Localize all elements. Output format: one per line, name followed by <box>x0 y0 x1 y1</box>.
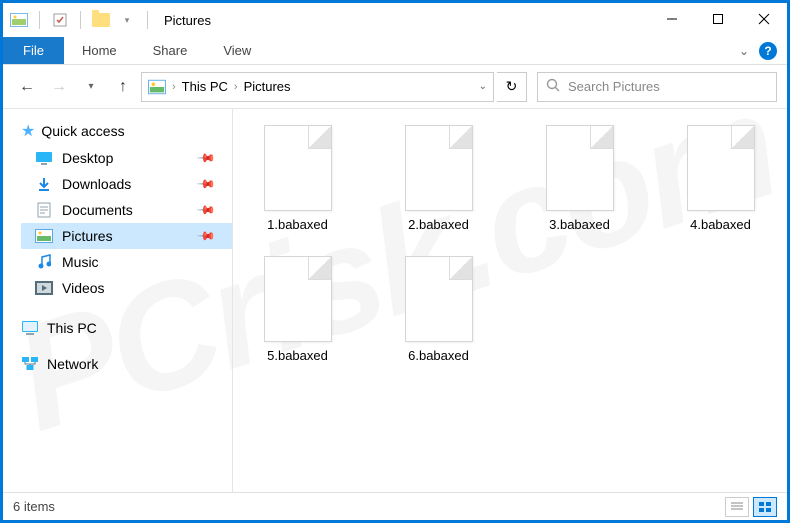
chevron-right-icon[interactable]: › <box>172 81 176 93</box>
tab-share[interactable]: Share <box>135 37 206 64</box>
details-view-button[interactable] <box>725 497 749 517</box>
file-item[interactable]: 6.babaxed <box>386 256 491 363</box>
forward-button[interactable]: → <box>45 73 73 101</box>
qat-separator <box>39 11 40 29</box>
sidebar-item-label: Videos <box>62 280 105 296</box>
file-item[interactable]: 1.babaxed <box>245 125 350 232</box>
file-label: 3.babaxed <box>549 217 610 232</box>
tab-view[interactable]: View <box>205 37 269 64</box>
videos-icon <box>35 279 53 297</box>
file-thumb-icon <box>687 125 755 211</box>
network-icon <box>21 355 39 373</box>
file-label: 6.babaxed <box>408 348 469 363</box>
quick-access-label: Quick access <box>41 123 124 139</box>
pin-icon: 📌 <box>196 200 216 220</box>
pictures-icon <box>35 227 53 245</box>
minimize-button[interactable] <box>649 3 695 35</box>
back-button[interactable]: ← <box>13 73 41 101</box>
up-button[interactable]: ↑ <box>109 73 137 101</box>
downloads-icon <box>35 175 53 193</box>
file-thumb-icon <box>264 256 332 342</box>
address-bar[interactable]: › This PC › Pictures ⌄ <box>141 72 494 102</box>
network-label: Network <box>47 356 98 372</box>
sidebar-item-videos[interactable]: Videos <box>21 275 232 301</box>
tab-home[interactable]: Home <box>64 37 135 64</box>
ribbon: File Home Share View ⌄ ? <box>3 37 787 65</box>
qat-separator <box>80 11 81 29</box>
statusbar: 6 items <box>3 492 787 520</box>
sidebar-item-downloads[interactable]: Downloads 📌 <box>21 171 232 197</box>
sidebar-item-documents[interactable]: Documents 📌 <box>21 197 232 223</box>
help-icon[interactable]: ? <box>759 42 777 60</box>
qat-separator <box>147 11 148 29</box>
sidebar: ★ Quick access Desktop 📌 Downloads 📌 Doc… <box>3 109 233 492</box>
pin-icon: 📌 <box>196 148 216 168</box>
file-item[interactable]: 3.babaxed <box>527 125 632 232</box>
file-thumb-icon <box>405 256 473 342</box>
file-tab[interactable]: File <box>3 37 64 64</box>
chevron-right-icon[interactable]: › <box>234 81 238 93</box>
sidebar-this-pc[interactable]: This PC <box>21 319 232 337</box>
sidebar-item-desktop[interactable]: Desktop 📌 <box>21 145 232 171</box>
documents-icon <box>35 201 53 219</box>
music-icon <box>35 253 53 271</box>
star-icon: ★ <box>21 121 35 141</box>
navbar: ← → ▾ ↑ › This PC › Pictures ⌄ ↻ Search … <box>3 65 787 109</box>
this-pc-label: This PC <box>47 320 97 336</box>
file-item[interactable]: 2.babaxed <box>386 125 491 232</box>
recent-dropdown-icon[interactable]: ▾ <box>77 73 105 101</box>
window-title: Pictures <box>164 13 211 28</box>
sidebar-item-pictures[interactable]: Pictures 📌 <box>21 223 232 249</box>
file-label: 4.babaxed <box>690 217 751 232</box>
file-label: 1.babaxed <box>267 217 328 232</box>
pictures-icon <box>148 78 166 96</box>
pin-icon: 📌 <box>196 174 216 194</box>
maximize-button[interactable] <box>695 3 741 35</box>
file-label: 5.babaxed <box>267 348 328 363</box>
qat-dropdown-icon[interactable]: ▾ <box>117 10 137 30</box>
pin-icon: 📌 <box>196 226 216 246</box>
this-pc-icon <box>21 319 39 337</box>
sidebar-item-label: Pictures <box>62 228 113 244</box>
app-icon <box>9 10 29 30</box>
file-thumb-icon <box>546 125 614 211</box>
sidebar-item-label: Desktop <box>62 150 113 166</box>
search-icon <box>546 78 560 95</box>
sidebar-item-music[interactable]: Music <box>21 249 232 275</box>
sidebar-network[interactable]: Network <box>21 355 232 373</box>
ribbon-expand-icon[interactable]: ⌄ <box>739 44 749 58</box>
breadcrumb-current[interactable]: Pictures <box>244 79 291 94</box>
address-dropdown-icon[interactable]: ⌄ <box>479 81 487 92</box>
close-button[interactable] <box>741 3 787 35</box>
sidebar-item-label: Downloads <box>62 176 131 192</box>
refresh-button[interactable]: ↻ <box>497 72 527 102</box>
search-placeholder: Search Pictures <box>568 79 660 94</box>
quick-access-header[interactable]: ★ Quick access <box>21 121 232 141</box>
file-thumb-icon <box>264 125 332 211</box>
file-thumb-icon <box>405 125 473 211</box>
sidebar-item-label: Music <box>62 254 99 270</box>
search-input[interactable]: Search Pictures <box>537 72 777 102</box>
properties-icon[interactable] <box>50 10 70 30</box>
file-item[interactable]: 4.babaxed <box>668 125 773 232</box>
file-item[interactable]: 5.babaxed <box>245 256 350 363</box>
breadcrumb-this-pc[interactable]: This PC <box>182 79 228 94</box>
file-label: 2.babaxed <box>408 217 469 232</box>
file-grid: 1.babaxed 2.babaxed 3.babaxed 4.babaxed 5.ba… <box>233 109 787 492</box>
status-item-count: 6 items <box>13 499 55 514</box>
sidebar-item-label: Documents <box>62 202 133 218</box>
desktop-icon <box>35 149 53 167</box>
thumbnails-view-button[interactable] <box>753 497 777 517</box>
folder-icon <box>91 10 111 30</box>
titlebar: ▾ Pictures <box>3 3 787 37</box>
